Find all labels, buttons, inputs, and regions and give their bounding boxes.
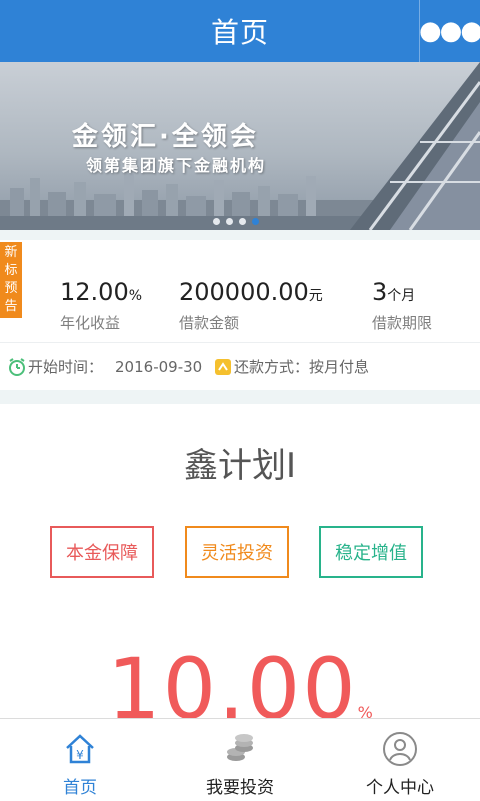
tab-home[interactable]: ¥ 首页 (0, 719, 160, 801)
stat-amount: 200000.00元 借款金额 (179, 278, 323, 333)
feature-badge-flexible: 灵活投资 (185, 526, 289, 578)
new-listing-tag: 新标预告 (0, 242, 22, 318)
tab-home-label: 首页 (63, 778, 97, 798)
repay-value: 按月付息 (309, 358, 370, 376)
building-graphic (350, 62, 480, 230)
tab-profile-label: 个人中心 (366, 778, 434, 798)
alarm-clock-icon (9, 357, 25, 376)
tab-invest-label: 我要投资 (206, 778, 274, 798)
feature-badge-principal: 本金保障 (50, 526, 154, 578)
term-value: 3 (372, 278, 388, 306)
amount-value: 200000.00 (179, 278, 309, 306)
banner-headline: 金领汇·全领会 (72, 122, 259, 152)
banner-subline: 领第集团旗下金融机构 (86, 156, 267, 175)
section-divider (0, 390, 480, 404)
start-time: 开始时间： 2016-09-30 (8, 356, 202, 377)
rate-label: 年化收益 (60, 314, 121, 332)
section-divider (0, 230, 480, 240)
stat-term: 3个月 借款期限 (372, 278, 432, 333)
bottom-tab-bar: ¥ 首页 我要投资 个人中心 (0, 718, 480, 801)
app-header: 首页 ●●● (0, 0, 480, 62)
tab-invest[interactable]: 我要投资 (160, 719, 320, 801)
term-unit: 个月 (387, 288, 416, 304)
repay-label: 还款方式： (234, 358, 310, 376)
amount-unit: 元 (308, 288, 323, 304)
carousel-indicator[interactable] (213, 218, 259, 225)
feature-badge-stable: 稳定增值 (319, 526, 423, 578)
user-icon (383, 732, 417, 766)
carousel-dot[interactable] (239, 218, 246, 225)
tab-profile[interactable]: 个人中心 (320, 719, 480, 801)
carousel-dot[interactable] (226, 218, 233, 225)
repayment-icon (215, 358, 231, 375)
term-label: 借款期限 (372, 314, 433, 332)
repay-method: 还款方式： 按月付息 (214, 356, 369, 377)
amount-label: 借款金额 (179, 314, 240, 332)
start-time-label: 开始时间： (28, 358, 104, 376)
rate-unit: % (128, 288, 143, 304)
coins-icon (227, 734, 253, 761)
home-yen-icon: ¥ (66, 734, 94, 764)
promo-banner[interactable]: 金领汇·全领会 领第集团旗下金融机构 (0, 62, 480, 230)
carousel-dot-active[interactable] (252, 218, 259, 225)
stat-rate: 12.00% 年化收益 (60, 278, 142, 333)
more-dots-icon[interactable]: ●●● (419, 0, 480, 62)
carousel-dot[interactable] (213, 218, 220, 225)
svg-text:¥: ¥ (76, 748, 84, 762)
rate-value: 12.00 (60, 278, 129, 306)
product-name[interactable]: 鑫计划I (0, 438, 480, 487)
page-title: 首页 (210, 16, 269, 49)
start-time-value: 2016-09-30 (115, 357, 203, 376)
